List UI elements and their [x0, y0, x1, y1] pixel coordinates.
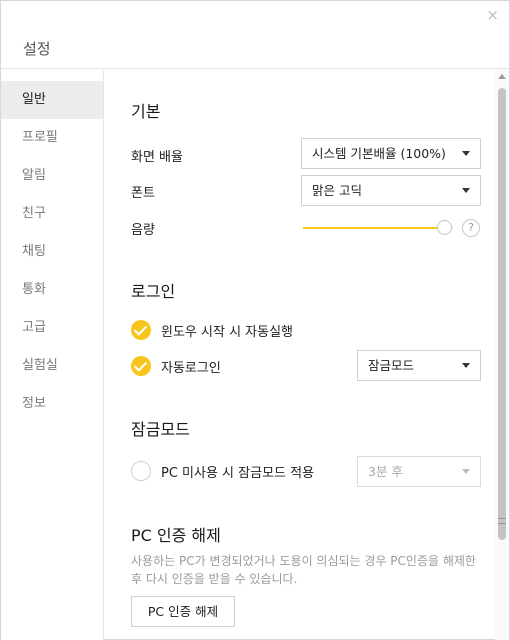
- settings-content: 기본 화면 배율 시스템 기본배율 (100%) 폰트 맑은 고딕 음량 ? 로…: [105, 70, 495, 640]
- font-label: 폰트: [131, 186, 155, 201]
- font-select-value: 맑은 고딕: [312, 183, 362, 198]
- volume-label: 음량: [131, 223, 155, 238]
- autologin-label: 자동로그인: [161, 361, 221, 376]
- volume-slider[interactable]: [303, 220, 453, 236]
- settings-window: 설정 × 일반 프로필 알림 친구 채팅 통화 고급 실험실 정보 기본 화면 …: [0, 0, 510, 640]
- chevron-down-icon: [462, 469, 470, 474]
- scrollbar[interactable]: [495, 70, 509, 640]
- section-title-basic: 기본: [131, 102, 161, 121]
- sidebar-item-info[interactable]: 정보: [1, 385, 103, 423]
- idle-time-value: 3분 후: [368, 464, 403, 479]
- idle-time-select[interactable]: 3분 후: [357, 456, 481, 487]
- section-title-lock: 잠금모드: [131, 420, 190, 439]
- slider-fill: [303, 227, 445, 229]
- section-title-login: 로그인: [131, 282, 176, 301]
- autostart-label: 윈도우 시작 시 자동실행: [161, 325, 293, 340]
- pc-auth-reset-button[interactable]: PC 인증 해제: [131, 596, 235, 627]
- pc-auth-description: 사용하는 PC가 변경되었거나 도용이 의심되는 경우 PC인증을 해제한 후 …: [131, 554, 476, 586]
- idle-lock-checkbox[interactable]: [131, 461, 151, 481]
- font-select[interactable]: 맑은 고딕: [301, 175, 481, 206]
- help-icon[interactable]: ?: [462, 219, 480, 237]
- zoom-label: 화면 배율: [131, 150, 183, 165]
- chevron-down-icon: [462, 188, 470, 193]
- sidebar-item-notifications[interactable]: 알림: [1, 157, 103, 195]
- zoom-select[interactable]: 시스템 기본배율 (100%): [301, 138, 481, 169]
- sidebar-item-chat[interactable]: 채팅: [1, 233, 103, 271]
- sidebar-item-advanced[interactable]: 고급: [1, 309, 103, 347]
- scroll-up-icon[interactable]: [498, 74, 506, 79]
- sidebar-item-friends[interactable]: 친구: [1, 195, 103, 233]
- chevron-down-icon: [462, 151, 470, 156]
- idle-lock-label: PC 미사용 시 잠금모드 적용: [161, 466, 315, 481]
- autologin-mode-select[interactable]: 잠금모드: [357, 350, 481, 381]
- window-title: 설정: [23, 40, 51, 58]
- close-icon[interactable]: ×: [486, 7, 499, 23]
- sidebar-item-general[interactable]: 일반: [1, 81, 103, 119]
- autologin-mode-value: 잠금모드: [368, 358, 415, 373]
- sidebar: 일반 프로필 알림 친구 채팅 통화 고급 실험실 정보: [1, 70, 104, 640]
- sidebar-item-call[interactable]: 통화: [1, 271, 103, 309]
- chevron-down-icon: [462, 363, 470, 368]
- scroll-thumb[interactable]: [498, 88, 506, 540]
- autostart-checkbox[interactable]: [131, 320, 151, 340]
- sidebar-item-profile[interactable]: 프로필: [1, 119, 103, 157]
- sidebar-item-lab[interactable]: 실험실: [1, 347, 103, 385]
- title-bar: 설정 ×: [1, 1, 509, 69]
- slider-knob[interactable]: [437, 220, 452, 235]
- scroll-grip-icon: [498, 518, 506, 524]
- section-title-pc-auth: PC 인증 해제: [131, 526, 221, 545]
- zoom-select-value: 시스템 기본배율 (100%): [312, 146, 446, 161]
- autologin-checkbox[interactable]: [131, 356, 151, 376]
